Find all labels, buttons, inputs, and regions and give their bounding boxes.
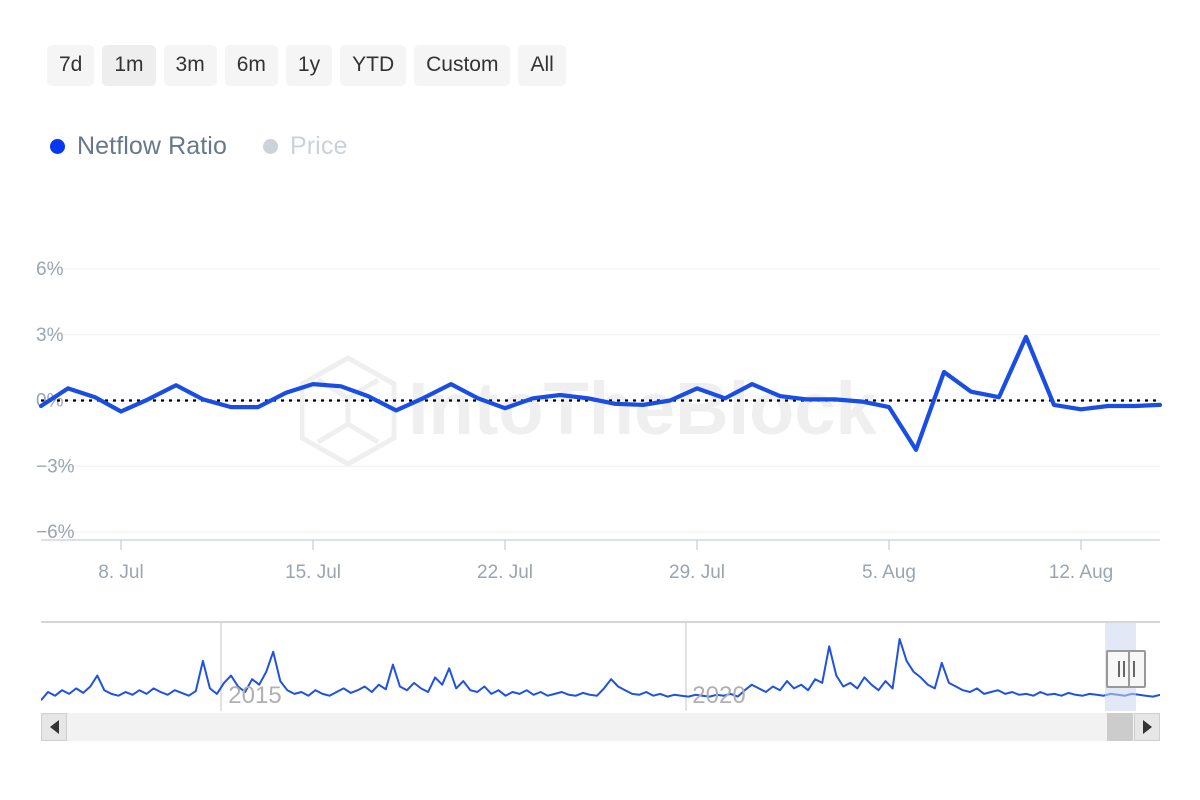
x-axis-tick-label: 15. Jul [285, 562, 341, 583]
resize-grip-icon [1117, 661, 1120, 677]
scroll-right-button[interactable] [1134, 713, 1160, 741]
navigator-series-line [41, 638, 1160, 701]
x-axis-tick-label: 8. Jul [98, 562, 143, 583]
x-axis-labels: 8. Jul 15. Jul 22. Jul 29. Jul 5. Aug 12. Aug [98, 562, 1113, 583]
chart-navigator[interactable] [41, 621, 1160, 711]
x-axis-tick-label: 5. Aug [862, 562, 916, 583]
resize-grip-icon [1132, 661, 1135, 677]
series-line-netflow-ratio[interactable] [38, 334, 1163, 452]
scrollbar-track[interactable] [41, 713, 1160, 741]
arrow-left-icon [49, 720, 59, 734]
resize-grip-icon [1122, 661, 1125, 677]
arrow-right-icon [1142, 720, 1152, 734]
x-axis-tick-label: 29. Jul [669, 562, 725, 583]
y-axis-tick-label: 6% [36, 259, 64, 280]
y-axis-tick-label: −3% [36, 456, 75, 477]
scroll-left-button[interactable] [41, 713, 67, 741]
resize-grip-divider-icon [1127, 652, 1130, 686]
x-axis-tick-label: 12. Aug [1049, 562, 1113, 583]
x-axis-ticks [120, 540, 1082, 550]
y-axis-tick-label: 3% [36, 325, 64, 346]
scrollbar-thumb[interactable] [1107, 713, 1133, 741]
navigator-scrollbar[interactable] [41, 713, 1160, 741]
navigator-handle-right[interactable] [1106, 650, 1146, 688]
x-axis-tick-label: 22. Jul [477, 562, 533, 583]
